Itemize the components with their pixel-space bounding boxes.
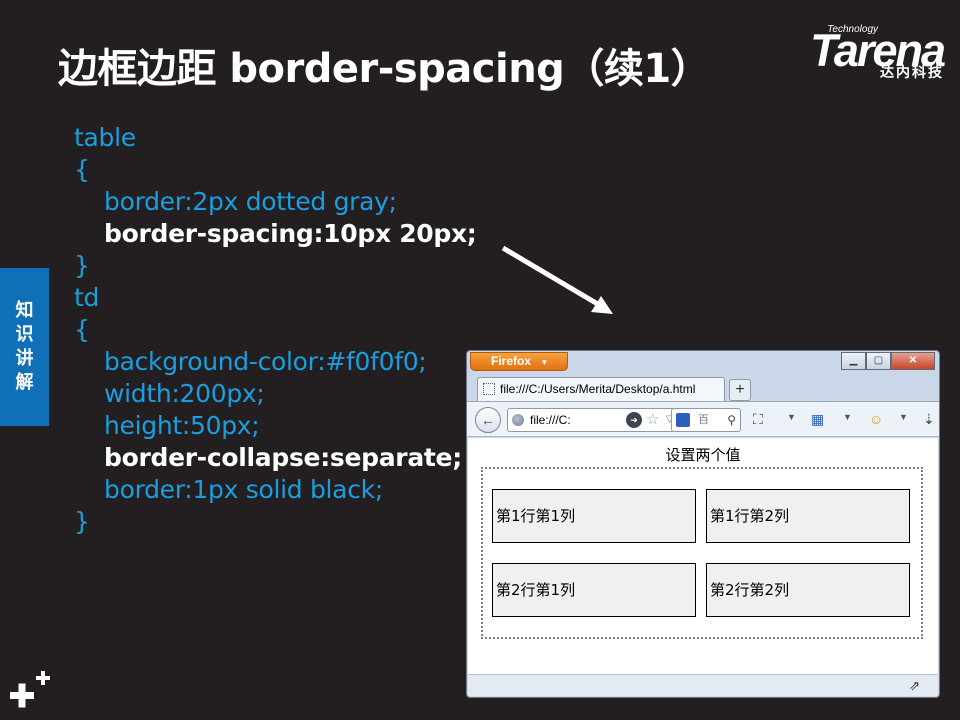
tarena-logo: Technology Tarena 达内科技 <box>774 20 946 86</box>
code-block: table { border:2px dotted gray; border-s… <box>74 122 477 538</box>
navigation-toolbar: ← file:///C: ➜ ☆ ▽ ↻ 百 ⚲ ⛶ ▼ ▦ ▼ ☺ ▼ ⇣ <box>467 401 939 437</box>
tab-title: file:///C:/Users/Merita/Desktop/a.html <box>500 382 696 396</box>
download-arrow-icon[interactable]: ⇣ <box>923 411 935 428</box>
search-placeholder: 百 <box>698 414 709 426</box>
code-line: td <box>74 283 100 312</box>
go-arrow-icon[interactable]: ➜ <box>626 412 642 428</box>
table-cell: 第1行第2列 <box>706 489 910 543</box>
side-tab-char: 识 <box>15 324 34 345</box>
code-line: height:50px; <box>104 411 260 440</box>
chevron-down-icon[interactable]: ▼ <box>899 412 908 422</box>
search-bar[interactable]: 百 ⚲ <box>671 408 741 432</box>
search-icon[interactable]: ⚲ <box>727 409 736 431</box>
slide-title: 边框边距 border-spacing（续1） <box>58 46 711 92</box>
code-line: border:1px solid black; <box>104 475 383 504</box>
firefox-menu-button[interactable]: Firefox ▼ <box>470 352 568 371</box>
demo-table: 第1行第1列 第1行第2列 第2行第1列 第2行第2列 <box>481 467 923 639</box>
url-bar[interactable]: file:///C: ➜ ☆ ▽ ↻ <box>507 408 689 432</box>
window-controls: ▁ ▢ ✕ <box>841 352 935 370</box>
addons-grid-icon[interactable]: ▦ <box>811 411 824 428</box>
search-engine-icon[interactable] <box>676 413 690 427</box>
code-line: border:2px dotted gray; <box>104 187 397 216</box>
code-line: { <box>74 155 90 184</box>
globe-icon <box>512 414 524 426</box>
firefox-menu-label: Firefox <box>491 354 532 368</box>
tab-strip: file:///C:/Users/Merita/Desktop/a.html + <box>467 375 939 401</box>
share-icon[interactable]: ⇗ <box>909 678 920 694</box>
status-bar: ⇗ <box>468 674 938 696</box>
maximize-button[interactable]: ▢ <box>866 352 891 370</box>
pointer-arrow-icon <box>501 245 613 314</box>
side-tab-char: 讲 <box>15 348 34 369</box>
code-line: } <box>74 507 90 536</box>
bookmark-star-icon[interactable]: ☆ <box>646 409 659 431</box>
new-tab-button[interactable]: + <box>729 379 751 401</box>
code-line: width:200px; <box>104 379 265 408</box>
table-cell: 第1行第1列 <box>492 489 696 543</box>
url-text: file:///C: <box>530 413 571 427</box>
code-line: } <box>74 251 90 280</box>
dropdown-arrow-icon: ▼ <box>540 358 549 367</box>
smiley-addon-icon[interactable]: ☺ <box>869 411 883 427</box>
screenshot-tool-icon[interactable]: ⛶ <box>753 411 763 428</box>
page-favicon-icon <box>483 383 495 395</box>
table-caption: 设置两个值 <box>665 446 741 464</box>
page-content: 设置两个值 第1行第1列 第1行第2列 第2行第1列 第2行第2列 <box>468 438 938 674</box>
code-line: background-color:#f0f0f0; <box>104 347 427 376</box>
minimize-button[interactable]: ▁ <box>841 352 866 370</box>
close-button[interactable]: ✕ <box>891 352 935 370</box>
side-tab-char: 解 <box>15 372 34 393</box>
code-line-highlight: border-collapse:separate; <box>104 443 462 472</box>
table-cell: 第2行第1列 <box>492 563 696 617</box>
tab-active-page[interactable]: file:///C:/Users/Merita/Desktop/a.html <box>477 377 725 401</box>
code-line: table <box>74 123 136 152</box>
side-tab-char: 知 <box>15 300 34 321</box>
code-line-highlight: border-spacing:10px 20px; <box>104 219 477 248</box>
browser-window: Firefox ▼ ▁ ▢ ✕ file:///C:/Users/Merita/… <box>466 350 940 698</box>
plus-logo-icon <box>10 671 50 708</box>
chevron-down-icon[interactable]: ▼ <box>843 412 852 422</box>
back-button[interactable]: ← <box>475 407 501 433</box>
table-cell: 第2行第2列 <box>706 563 910 617</box>
chevron-down-icon[interactable]: ▼ <box>787 412 796 422</box>
logo-chinese-text: 达内科技 <box>880 65 944 81</box>
code-line: { <box>74 315 90 344</box>
side-tab-knowledge: 知 识 讲 解 <box>0 268 49 426</box>
